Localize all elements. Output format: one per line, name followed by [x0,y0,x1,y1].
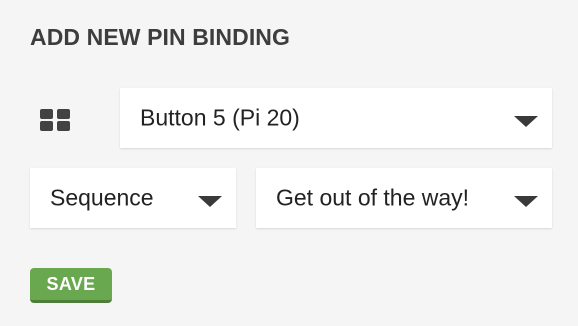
grid-cell [40,109,53,119]
button-select-value: Button 5 (Pi 20) [140,104,300,131]
binding-type-select-value: Sequence [50,184,154,211]
form-title: ADD NEW PIN BINDING [30,24,291,50]
chevron-down-icon [514,196,538,207]
chevron-down-icon [198,196,222,207]
action-select[interactable]: Get out of the way! [256,168,552,228]
action-select-value: Get out of the way! [276,184,470,211]
button-select[interactable]: Button 5 (Pi 20) [120,88,552,148]
grid-cell [40,121,53,131]
save-button[interactable]: SAVE [30,268,112,303]
chevron-down-icon [514,116,538,127]
grid-cell [57,121,70,131]
binding-type-select[interactable]: Sequence [30,168,236,228]
grid-cell [57,109,70,119]
grid-icon [40,109,70,131]
